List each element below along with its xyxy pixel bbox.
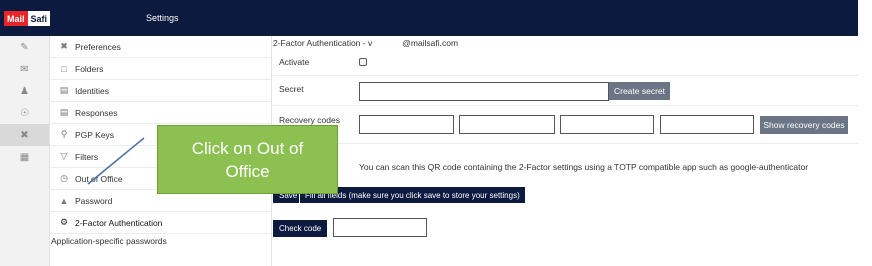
- menu-item-folders[interactable]: □ Folders: [50, 58, 271, 80]
- menu-item-label: Out of Office: [75, 173, 123, 184]
- show-recovery-codes-button[interactable]: Show recovery codes: [760, 116, 848, 134]
- menu-item-label: Folders: [75, 63, 104, 74]
- menu-item-label: Responses: [75, 107, 118, 118]
- activate-row: Activate: [273, 48, 859, 76]
- apps-icon[interactable]: ▦: [0, 146, 49, 168]
- menu-item-app-passwords[interactable]: Application-specific passwords: [50, 234, 271, 248]
- check-code-button[interactable]: Check code: [273, 220, 328, 237]
- logo-part-mail: Mail: [4, 11, 28, 26]
- menu-item-identities[interactable]: ▤ Identities: [50, 80, 271, 102]
- callout-line-2: Office: [225, 161, 270, 181]
- page-title: Settings: [146, 13, 179, 23]
- mailsafi-logo[interactable]: Mail Safi: [4, 11, 51, 26]
- menu-item-label: Preferences: [75, 41, 121, 52]
- gear-icon: ⚙: [59, 217, 69, 227]
- menu-item-label: Password: [75, 195, 113, 206]
- tools-icon: ✖: [60, 41, 68, 51]
- menu-item-2fa[interactable]: ⚙ 2-Factor Authentication: [50, 212, 271, 234]
- tools-icon[interactable]: ✖: [0, 124, 49, 146]
- callout-line-1: Click on Out of: [191, 138, 304, 158]
- recovery-code-field-4[interactable]: [660, 115, 754, 134]
- lock-icon: ▲: [59, 195, 69, 206]
- top-bar: Mail Safi Settings: [0, 0, 858, 36]
- create-secret-button[interactable]: Create secret: [609, 82, 670, 100]
- check-code-input[interactable]: [333, 218, 427, 237]
- instruction-callout: Click on Out of Office: [157, 125, 338, 194]
- activate-checkbox[interactable]: [359, 58, 367, 66]
- secret-input[interactable]: [359, 82, 609, 101]
- activate-label: Activate: [279, 57, 310, 67]
- two-factor-panel: 2-Factor Authentication - v @mailsafi.com…: [273, 36, 859, 266]
- filter-icon: ▽: [60, 151, 68, 161]
- recovery-label: Recovery codes: [279, 115, 340, 125]
- inbox-icon[interactable]: ✉: [0, 58, 49, 80]
- recovery-code-field-2[interactable]: [459, 115, 555, 134]
- recovery-code-field-1[interactable]: [359, 115, 454, 134]
- menu-item-preferences[interactable]: ✖ Preferences: [50, 36, 271, 58]
- header-prefix: 2-Factor Authentication - v: [273, 38, 373, 48]
- secret-label: Secret: [279, 84, 304, 94]
- folder-icon: □: [61, 63, 67, 74]
- contacts-icon[interactable]: ♟: [0, 80, 49, 102]
- recovery-code-field-3[interactable]: [560, 115, 654, 134]
- menu-item-label: Identities: [75, 85, 110, 96]
- globe-icon[interactable]: ☉: [0, 102, 49, 124]
- logo-part-safi: Safi: [27, 11, 51, 26]
- secret-row: Secret Create secret: [273, 76, 859, 106]
- icon-rail: ✎ ✉ ♟ ☉ ✖ ▦: [0, 36, 50, 266]
- panel-header: 2-Factor Authentication - v @mailsafi.com: [273, 38, 458, 48]
- menu-item-label: 2-Factor Authentication: [75, 217, 163, 228]
- compose-icon[interactable]: ✎: [0, 36, 49, 58]
- menu-item-label: PGP Keys: [75, 129, 115, 140]
- menu-item-label: Filters: [75, 151, 99, 162]
- menu-item-responses[interactable]: ▤ Responses: [50, 102, 271, 124]
- message-icon: ▤: [59, 107, 69, 117]
- key-icon: ⚲: [60, 129, 68, 139]
- qr-info-text: You can scan this QR code containing the…: [359, 162, 809, 172]
- clock-icon: ◷: [60, 173, 68, 183]
- header-suffix: @mailsafi.com: [402, 38, 459, 48]
- id-card-icon: ▤: [59, 85, 69, 95]
- recovery-row: Recovery codes Show recovery codes: [273, 106, 859, 144]
